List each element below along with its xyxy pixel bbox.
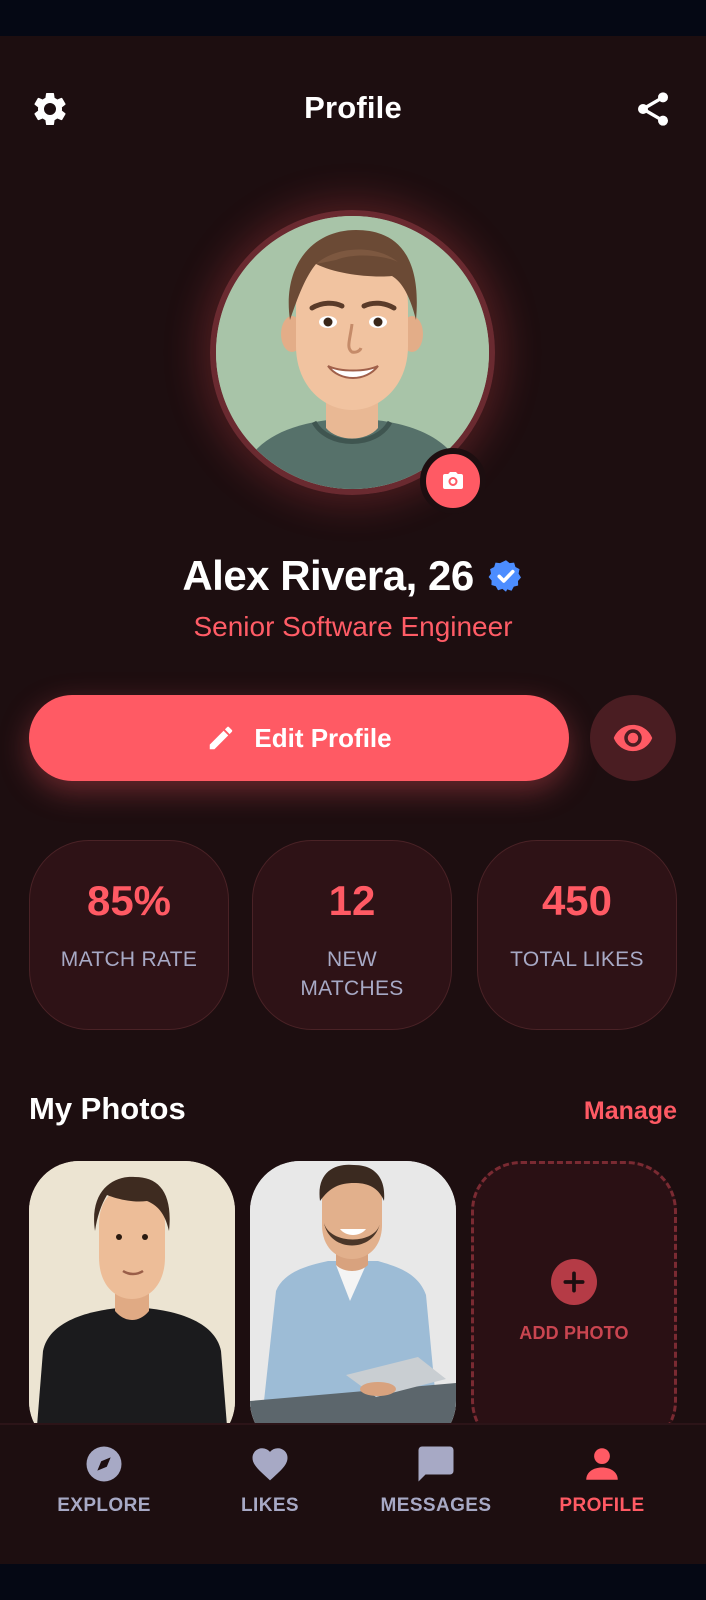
status-bar bbox=[0, 0, 706, 36]
preview-profile-button[interactable] bbox=[590, 695, 676, 781]
pencil-icon bbox=[210, 726, 233, 750]
share-button[interactable] bbox=[625, 81, 681, 137]
photo-illustration-man-at-laptop bbox=[250, 1161, 456, 1451]
edit-profile-label: Edit Profile bbox=[254, 722, 392, 753]
job-title: Senior Software Engineer bbox=[193, 611, 513, 642]
heart-icon bbox=[252, 1448, 288, 1481]
eye-icon bbox=[613, 724, 653, 752]
stat-card-total-likes: 450 TOTAL LIKES bbox=[477, 840, 677, 1030]
change-photo-button[interactable] bbox=[420, 448, 486, 514]
stat-card-match-rate: 85% MATCH RATE bbox=[29, 840, 229, 1030]
person-icon bbox=[586, 1448, 618, 1480]
nav-tab-label: LIKES bbox=[241, 1495, 299, 1516]
bottom-navigation: EXPLORE LIKES MESSAGES PROFILE bbox=[0, 1423, 706, 1564]
photos-section-title: My Photos bbox=[29, 1091, 186, 1126]
page-title: Profile bbox=[304, 90, 402, 125]
photo-thumbnail[interactable] bbox=[29, 1161, 235, 1451]
stat-label: MATCH RATE bbox=[60, 948, 198, 971]
nav-tab-likes[interactable]: LIKES bbox=[190, 1443, 350, 1533]
nav-tab-label: MESSAGES bbox=[380, 1495, 492, 1516]
verified-badge-icon bbox=[488, 560, 521, 592]
add-photo-button[interactable]: ADD PHOTO bbox=[471, 1161, 677, 1451]
nav-tab-profile[interactable]: PROFILE bbox=[522, 1443, 682, 1533]
stat-value: 450 bbox=[541, 877, 613, 924]
manage-photos-link[interactable]: Manage bbox=[584, 1097, 677, 1126]
profile-name: Alex Rivera, 26 bbox=[182, 552, 474, 599]
stat-value: 85% bbox=[86, 877, 172, 924]
name-row: Alex Rivera, 26 bbox=[0, 548, 706, 604]
system-navigation-bar bbox=[0, 1564, 706, 1600]
add-photo-circle bbox=[551, 1258, 597, 1305]
stat-label: TOTAL LIKES bbox=[510, 948, 644, 971]
nav-tab-label: PROFILE bbox=[559, 1495, 645, 1516]
photo-thumbnail[interactable] bbox=[250, 1161, 456, 1451]
nav-tab-label: EXPLORE bbox=[57, 1495, 151, 1516]
camera-icon bbox=[443, 472, 463, 489]
stat-label: NEW MATCHES bbox=[300, 948, 404, 1000]
stat-card-new-matches: 12 NEW MATCHES bbox=[252, 840, 452, 1030]
plus-icon bbox=[563, 1270, 585, 1293]
nav-tab-messages[interactable]: MESSAGES bbox=[356, 1443, 516, 1533]
add-photo-label: ADD PHOTO bbox=[519, 1322, 629, 1343]
share-icon bbox=[638, 92, 668, 126]
stat-value: 12 bbox=[328, 877, 376, 924]
edit-profile-button[interactable]: Edit Profile bbox=[29, 695, 569, 781]
profile-screen: Profile Alex Rivera, 26 Senior Software … bbox=[0, 36, 706, 1564]
nav-tab-explore[interactable]: EXPLORE bbox=[24, 1443, 184, 1533]
chat-icon bbox=[418, 1446, 454, 1482]
compass-icon bbox=[86, 1446, 122, 1482]
photo-illustration-man-black-shirt bbox=[29, 1161, 235, 1451]
header: Profile bbox=[0, 36, 706, 146]
